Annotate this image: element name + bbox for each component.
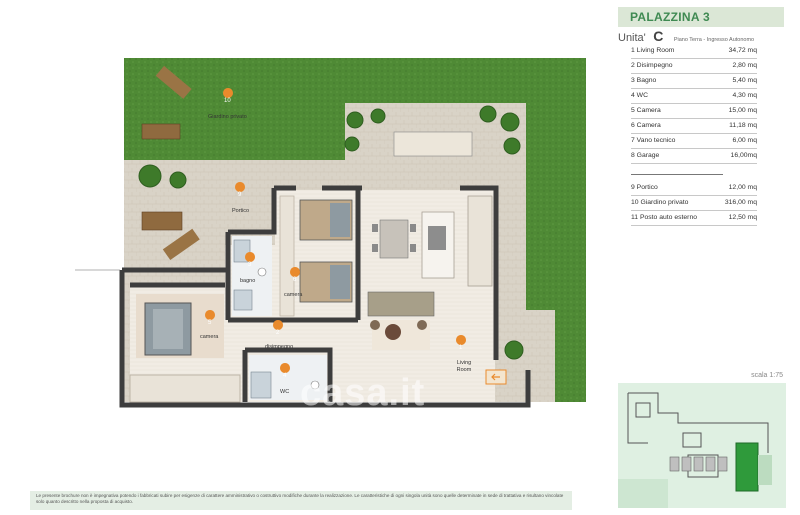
label-camera-5: camera (200, 334, 219, 340)
room-name: 9 Portico (631, 184, 658, 191)
room-row: 1 Living Room 34,72 mq (631, 44, 757, 59)
room-row: 2 Disimpegno 2,80 mq (631, 59, 757, 74)
room-area: 15,00 mq (728, 107, 757, 114)
room-area: 11,18 mq (729, 122, 757, 129)
room-pins (205, 88, 467, 387)
room-row: 3 Bagno 5,40 mq (631, 74, 757, 89)
room-name: 1 Living Room (631, 47, 675, 54)
room-area: 12,00 mq (728, 184, 757, 191)
room-name: 3 Bagno (631, 77, 657, 84)
label-disimpegno: disimpegno (265, 344, 294, 350)
room-area: 4,30 mq (732, 92, 757, 99)
unit-heading: Unita' C Piano Terra - Ingresso Autonomo (618, 28, 786, 44)
room-name: 11 Posto auto esterno (631, 214, 698, 221)
room-area: 6,00 mq (732, 137, 757, 144)
pin-10-number: 10 (224, 98, 231, 104)
label-bagno: bagno (240, 278, 256, 284)
pin-9-number: 9 (238, 192, 242, 198)
room-area: 2,80 mq (732, 62, 757, 69)
pin-6-number: 6 (293, 277, 297, 283)
unit-label: Unita' (618, 32, 646, 44)
room-row: 5 Camera 15,00 mq (631, 104, 757, 119)
building-title: PALAZZINA 3 (630, 10, 710, 24)
floor-plan: 10 9 3 6 5 2 4 1 Giardino privato Portic… (0, 0, 600, 510)
list-divider (631, 174, 723, 175)
site-plan-drawing (618, 392, 772, 508)
room-name: 6 Camera (631, 122, 661, 129)
pin-2-number: 2 (276, 330, 280, 336)
disclaimer-footer: Le presente brochure non è impegnativa p… (30, 491, 572, 510)
room-area: 5,40 mq (732, 77, 757, 84)
pin-1-number: 1 (459, 345, 463, 351)
label-portico: Portico (232, 208, 250, 214)
label-wc: WC (280, 389, 290, 395)
room-row: 4 WC 4,30 mq (631, 89, 757, 104)
room-name: 4 WC (631, 92, 648, 99)
label-living-room: Living Room (456, 360, 472, 373)
room-name: 10 Giardino privato (631, 199, 689, 206)
room-area: 34,72 mq (728, 47, 757, 54)
room-row: 9 Portico 12,00 mq (631, 181, 757, 196)
room-area: 316,00 mq (724, 199, 757, 206)
room-row: 8 Garage 16,00mq (631, 149, 757, 164)
unit-letter: C (653, 28, 664, 44)
scale-label: scala 1:75 (751, 372, 783, 379)
room-name: 8 Garage (631, 152, 660, 159)
room-row: 11 Posto auto esterno 12,50 mq (631, 211, 757, 226)
building-header: PALAZZINA 3 (618, 7, 784, 27)
room-area: 12,50 mq (728, 214, 757, 221)
room-name: 2 Disimpegno (631, 62, 673, 69)
pin-3-number: 3 (248, 262, 252, 268)
unit-subtitle: Piano Terra - Ingresso Autonomo (673, 37, 755, 43)
room-area: 16,00mq (730, 152, 757, 159)
legend-panel: PALAZZINA 3 Unita' C Piano Terra - Ingre… (600, 0, 800, 510)
room-row: 7 Vano tecnico 6,00 mq (631, 134, 757, 149)
highlighted-unit (735, 442, 759, 492)
watermark-logo: casa.it (300, 372, 426, 414)
room-name: 5 Camera (631, 107, 661, 114)
site-minimap (618, 383, 786, 508)
pin-5-number: 5 (208, 320, 212, 326)
label-giardino-privato: Giardino privato (208, 114, 247, 120)
room-row: 10 Giardino privato 316,00 mq (631, 196, 757, 211)
pin-4-number: 4 (283, 373, 287, 379)
room-name: 7 Vano tecnico (631, 137, 676, 144)
room-row: 6 Camera 11,18 mq (631, 119, 757, 134)
label-camera-6: camera (284, 292, 303, 298)
